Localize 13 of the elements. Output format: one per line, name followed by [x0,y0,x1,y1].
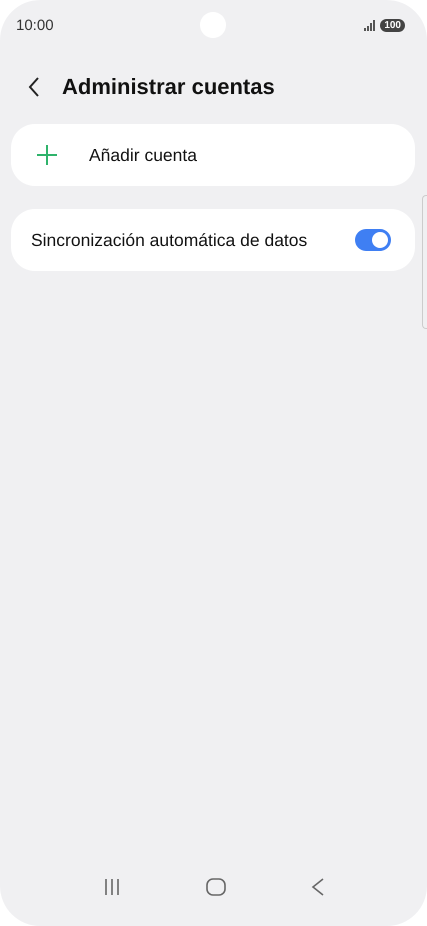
toggle-switch[interactable] [355,229,391,251]
back-button[interactable] [28,77,40,97]
status-time: 10:00 [16,16,54,34]
page-title: Administrar cuentas [62,74,275,100]
home-button[interactable] [206,878,226,896]
recents-button[interactable] [102,878,120,896]
add-account-item[interactable]: Añadir cuenta [11,124,415,186]
item-label: Añadir cuenta [89,144,198,166]
setting-label: Sincronización automática de datos [31,230,308,250]
back-nav-button[interactable] [310,878,324,896]
signal-icon [364,20,376,30]
plus-icon [37,145,57,165]
battery-level: 100 [380,18,405,32]
